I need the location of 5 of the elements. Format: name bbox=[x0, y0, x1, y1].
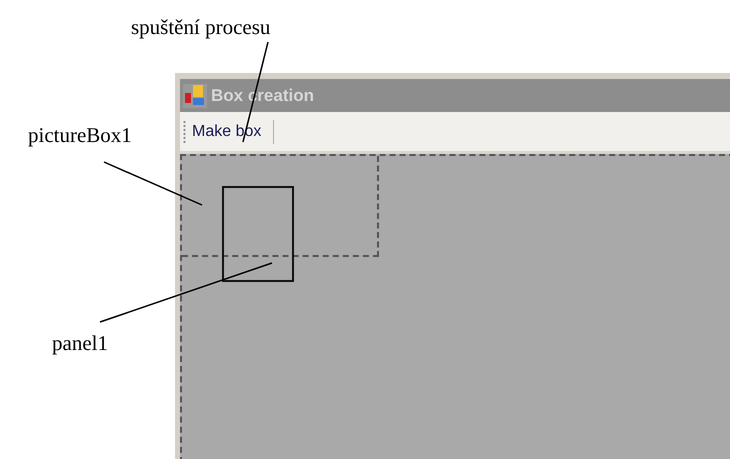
app-icon bbox=[183, 84, 207, 108]
annotation-label: panel1 bbox=[52, 330, 108, 357]
grip-icon bbox=[183, 120, 186, 142]
annotation-label: pictureBox1 bbox=[28, 122, 132, 149]
annotation-label: spuštění procesu bbox=[131, 14, 270, 41]
